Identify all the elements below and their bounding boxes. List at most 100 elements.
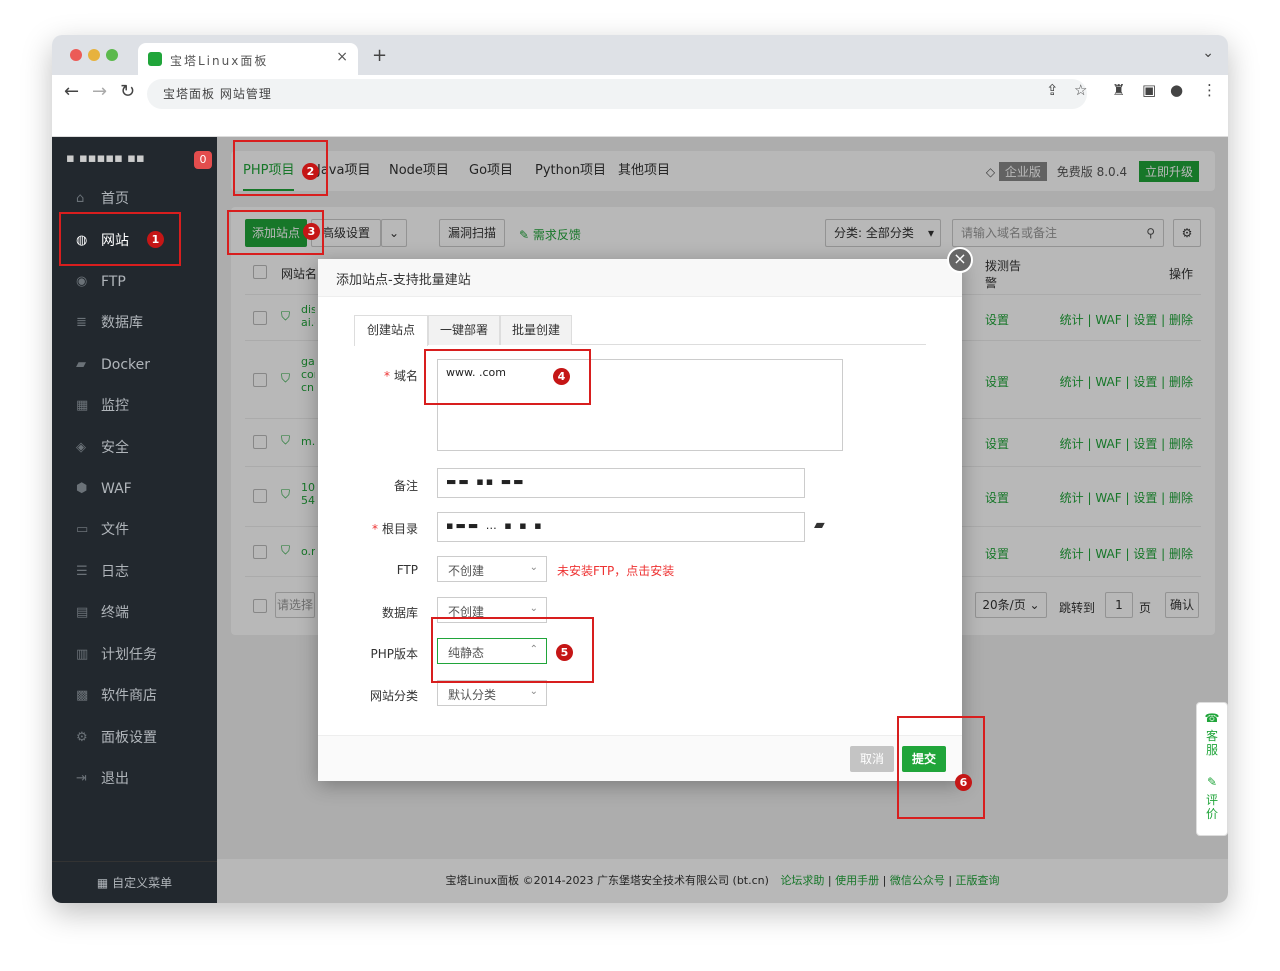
- step-marker-1: 1: [147, 231, 164, 248]
- sidebar-item-label: 数据库: [101, 315, 143, 331]
- custom-menu-label: 自定义菜单: [112, 876, 173, 890]
- sidebar-item-label: 安全: [101, 440, 129, 456]
- category-label: 网站分类: [369, 689, 418, 703]
- waf-icon: ⬢: [76, 481, 88, 496]
- shield-icon: ◈: [76, 440, 86, 455]
- calendar-icon: ▥: [76, 647, 89, 662]
- service-icon: ☎: [1204, 711, 1220, 725]
- close-window-icon[interactable]: [70, 49, 82, 61]
- tab-one-click-deploy[interactable]: 一键部署: [428, 315, 500, 345]
- remark-input[interactable]: ▬▬ ▪▪ ▬▬: [437, 468, 805, 498]
- chevron-down-icon: ⌄: [529, 603, 538, 614]
- grid-icon: ▦: [96, 876, 113, 890]
- sidebar-item-label: WAF: [101, 481, 132, 497]
- sidebar-item-cron[interactable]: ▥ 计划任务: [52, 635, 217, 675]
- share-icon[interactable]: ⇪: [1046, 81, 1059, 99]
- bookmark-star-icon[interactable]: ☆: [1074, 81, 1087, 99]
- maximize-window-icon[interactable]: [106, 49, 118, 61]
- monitor-icon: ▦: [76, 398, 89, 413]
- step-marker-5: 5: [556, 644, 573, 661]
- step-marker-6: 6: [955, 774, 972, 791]
- sidebar-item-terminal[interactable]: ▤ 终端: [52, 593, 217, 633]
- site-category-select[interactable]: 默认分类 ⌄: [437, 680, 547, 706]
- tab-bar: 宝塔Linux面板 × + ⌄: [52, 35, 1228, 75]
- close-icon[interactable]: ×: [947, 247, 973, 273]
- step-marker-4: 4: [553, 368, 570, 385]
- rate-button[interactable]: 评价: [1205, 793, 1219, 821]
- database-icon: ≣: [76, 315, 87, 330]
- sidebar-item-monitor[interactable]: ▦ 监控: [52, 386, 217, 426]
- remark-label: 备注: [393, 479, 418, 493]
- sidebar-item-files[interactable]: ▭ 文件: [52, 510, 217, 550]
- profile-icon[interactable]: ●: [1170, 81, 1183, 99]
- support-widget: ☎ 客服 ✎ 评价: [1196, 702, 1228, 836]
- logout-icon: ⇥: [76, 771, 87, 786]
- ftp-icon: ◉: [76, 274, 88, 289]
- ftp-value: 不创建: [448, 564, 485, 578]
- tab-close-icon[interactable]: ×: [336, 49, 348, 65]
- sidebar-item-label: 终端: [101, 605, 129, 621]
- annotation-box-submit: [897, 716, 985, 819]
- dialog-tabs: 创建站点 一键部署 批量创建: [354, 315, 926, 346]
- cancel-button[interactable]: 取消: [850, 746, 894, 772]
- domain-label: * 域名: [383, 369, 418, 383]
- ftp-select[interactable]: 不创建 ⌄: [437, 556, 547, 582]
- tab-create-site[interactable]: 创建站点: [354, 315, 428, 346]
- folder-icon: ▭: [76, 522, 89, 537]
- folder-open-icon[interactable]: ▰: [814, 517, 825, 533]
- sidebar-item-logs[interactable]: ☰ 日志: [52, 552, 217, 592]
- sidebar-item-database[interactable]: ≣ 数据库: [52, 303, 217, 343]
- sidebar-item-label: 文件: [101, 522, 129, 538]
- add-site-dialog: 添加站点-支持批量建站 × 创建站点 一键部署 批量创建 * 域名 www. .c…: [318, 247, 973, 781]
- root-label: * 根目录: [371, 522, 418, 536]
- tab-batch-create[interactable]: 批量创建: [500, 315, 572, 345]
- sidebar-item-logout[interactable]: ⇥ 退出: [52, 759, 217, 799]
- db-label: 数据库: [381, 606, 418, 620]
- dialog-title: 添加站点-支持批量建站: [318, 259, 962, 297]
- sidebar-item-label: FTP: [101, 274, 126, 290]
- sidebar-item-settings[interactable]: ⚙ 面板设置: [52, 718, 217, 758]
- sidebar-item-label: 计划任务: [101, 647, 157, 663]
- sidebar-item-store[interactable]: ▩ 软件商店: [52, 676, 217, 716]
- sidebar-item-ftp[interactable]: ◉ FTP: [52, 262, 217, 302]
- reload-icon[interactable]: ↻: [120, 81, 135, 102]
- gear-icon: ⚙: [76, 730, 88, 745]
- extensions-icon[interactable]: ♜: [1112, 81, 1125, 99]
- sidebar-item-waf[interactable]: ⬢ WAF: [52, 469, 217, 509]
- more-menu-icon[interactable]: ⋮: [1202, 81, 1217, 99]
- root-dir-input[interactable]: ▪▬▬ … ▪ ▪ ▪: [437, 512, 805, 542]
- ftp-install-link[interactable]: 未安装FTP，点击安装: [557, 562, 674, 579]
- dialog-footer: 取消 提交: [318, 735, 962, 781]
- step-marker-2: 2: [302, 163, 319, 180]
- new-tab-button[interactable]: +: [372, 45, 387, 66]
- tab-menu-icon[interactable]: ⌄: [1202, 45, 1214, 61]
- forward-icon[interactable]: →: [92, 81, 107, 102]
- log-icon: ☰: [76, 564, 88, 579]
- terminal-icon: ▤: [76, 605, 89, 620]
- sidepanel-icon[interactable]: ▣: [1142, 81, 1156, 99]
- sidebar-item-security[interactable]: ◈ 安全: [52, 428, 217, 468]
- sidebar-item-label: 退出: [101, 771, 129, 787]
- favicon-icon: [148, 52, 162, 66]
- sidebar-item-docker[interactable]: ▰ Docker: [52, 345, 217, 385]
- custom-menu-button[interactable]: ▦ 自定义菜单: [52, 861, 217, 903]
- browser-tab[interactable]: 宝塔Linux面板 ×: [138, 43, 358, 75]
- tab-title: 宝塔Linux面板: [170, 54, 269, 68]
- domain-label-text: 域名: [393, 369, 418, 383]
- docker-icon: ▰: [76, 357, 86, 372]
- step-marker-3: 3: [303, 223, 320, 240]
- category-value: 默认分类: [448, 688, 497, 702]
- back-icon[interactable]: ←: [64, 81, 79, 102]
- notification-badge[interactable]: 0: [194, 151, 212, 169]
- customer-service-button[interactable]: 客服: [1205, 729, 1219, 757]
- chevron-down-icon: ⌄: [529, 686, 538, 697]
- url-field[interactable]: 宝塔面板 网站管理: [147, 79, 1087, 109]
- minimize-window-icon[interactable]: [88, 49, 100, 61]
- grid-icon: ▩: [76, 688, 89, 703]
- sidebar-item-label: 软件商店: [101, 688, 157, 704]
- sidebar-item-label: 面板设置: [101, 730, 157, 746]
- chevron-down-icon: ⌄: [529, 562, 538, 573]
- edit-icon: ✎: [1206, 775, 1218, 789]
- php-label: PHP版本: [370, 647, 419, 661]
- sidebar-item-label: 首页: [101, 191, 129, 207]
